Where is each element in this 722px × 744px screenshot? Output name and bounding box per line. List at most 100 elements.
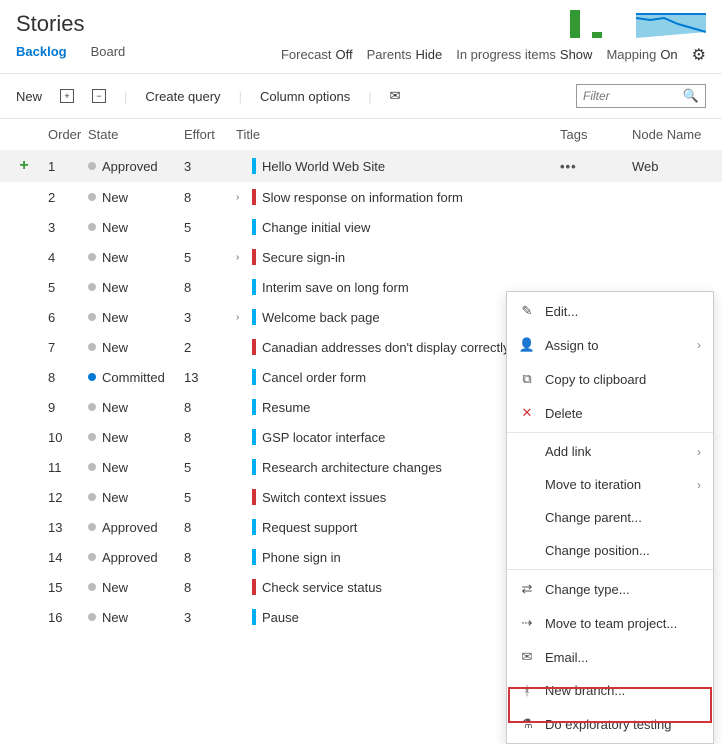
state-dot-icon — [88, 193, 96, 201]
table-header: Order State Effort Title Tags Node Name — [0, 119, 722, 150]
chevron-right-icon[interactable]: › — [236, 312, 246, 323]
state-dot-icon — [88, 162, 96, 170]
menu-delete[interactable]: ✕Delete — [507, 396, 713, 430]
type-bar — [252, 519, 256, 535]
col-order[interactable]: Order — [48, 127, 88, 142]
cell-state: New — [88, 460, 184, 475]
type-bar — [252, 579, 256, 595]
email-icon[interactable]: ✉ — [390, 88, 401, 104]
cell-state: New — [88, 610, 184, 625]
state-dot-icon — [88, 283, 96, 291]
cell-effort: 3 — [184, 310, 236, 325]
create-query-button[interactable]: Create query — [145, 89, 220, 104]
cell-order: 15 — [48, 580, 88, 595]
table-row[interactable]: 3New5Change initial view — [0, 212, 722, 242]
menu-new-branch[interactable]: ᚼNew branch... — [507, 674, 713, 707]
cell-effort: 5 — [184, 490, 236, 505]
type-bar — [252, 309, 256, 325]
menu-copy[interactable]: ⧉Copy to clipboard — [507, 362, 713, 396]
cell-state: Approved — [88, 159, 184, 174]
mapping-toggle[interactable]: MappingOn — [606, 47, 677, 62]
cell-tags: ••• — [560, 159, 632, 174]
cell-node: Web — [632, 159, 722, 174]
type-bar — [252, 459, 256, 475]
cell-effort: 8 — [184, 430, 236, 445]
cell-effort: 5 — [184, 460, 236, 475]
cell-order: 13 — [48, 520, 88, 535]
state-dot-icon — [88, 253, 96, 261]
cell-title[interactable]: ›Secure sign-in — [236, 249, 560, 265]
menu-email[interactable]: ✉Email... — [507, 640, 713, 674]
table-row[interactable]: 2New8›Slow response on information form — [0, 182, 722, 212]
col-state[interactable]: State — [88, 127, 184, 142]
type-bar — [252, 489, 256, 505]
tab-backlog[interactable]: Backlog — [16, 44, 67, 65]
state-dot-icon — [88, 523, 96, 531]
cell-effort: 8 — [184, 400, 236, 415]
branch-icon: ᚼ — [519, 683, 535, 698]
menu-change-position[interactable]: Change position... — [507, 534, 713, 567]
cell-title[interactable]: Change initial view — [236, 219, 560, 235]
cell-state: New — [88, 580, 184, 595]
chevron-right-icon[interactable]: › — [236, 192, 246, 203]
menu-assign-to[interactable]: 👤Assign to› — [507, 328, 713, 362]
cell-effort: 8 — [184, 520, 236, 535]
cell-effort: 2 — [184, 340, 236, 355]
menu-move-iteration[interactable]: Move to iteration› — [507, 468, 713, 501]
context-menu: ✎Edit... 👤Assign to› ⧉Copy to clipboard … — [506, 291, 714, 744]
cell-state: Committed — [88, 370, 184, 385]
state-dot-icon — [88, 343, 96, 351]
cell-effort: 8 — [184, 580, 236, 595]
tab-board[interactable]: Board — [91, 44, 126, 65]
cell-order: 3 — [48, 220, 88, 235]
type-bar — [252, 609, 256, 625]
cell-order: 16 — [48, 610, 88, 625]
inprogress-toggle[interactable]: In progress itemsShow — [456, 47, 592, 62]
menu-change-type[interactable]: ⇄Change type... — [507, 572, 713, 606]
table-row[interactable]: 4New5›Secure sign-in — [0, 242, 722, 272]
col-title[interactable]: Title — [236, 127, 560, 142]
velocity-chart[interactable] — [540, 10, 630, 38]
type-bar — [252, 339, 256, 355]
cell-state: New — [88, 430, 184, 445]
search-icon[interactable]: 🔍 — [683, 88, 699, 104]
menu-exploratory[interactable]: ⚗Do exploratory testing — [507, 707, 713, 741]
cell-state: New — [88, 280, 184, 295]
forecast-toggle[interactable]: ForecastOff — [281, 47, 353, 62]
expand-icon[interactable]: + — [60, 89, 74, 103]
parents-toggle[interactable]: ParentsHide — [367, 47, 443, 62]
menu-move-team[interactable]: ⇢Move to team project... — [507, 606, 713, 640]
col-tags[interactable]: Tags — [560, 127, 632, 142]
menu-add-link[interactable]: Add link› — [507, 435, 713, 468]
cell-title[interactable]: Hello World Web Site — [236, 158, 560, 174]
change-type-icon: ⇄ — [519, 581, 535, 597]
collapse-icon[interactable]: − — [92, 89, 106, 103]
move-project-icon: ⇢ — [519, 615, 535, 631]
burndown-chart[interactable] — [636, 10, 706, 38]
new-button[interactable]: New — [16, 89, 42, 104]
table-row[interactable]: +1Approved3Hello World Web Site•••Web — [0, 150, 722, 182]
cell-effort: 8 — [184, 280, 236, 295]
chevron-right-icon[interactable]: › — [236, 252, 246, 263]
gear-icon[interactable]: ⚙ — [692, 45, 706, 65]
delete-icon: ✕ — [519, 405, 535, 421]
column-options-button[interactable]: Column options — [260, 89, 350, 104]
add-icon[interactable]: + — [19, 157, 28, 174]
col-node[interactable]: Node Name — [632, 127, 722, 142]
cell-state: Approved — [88, 550, 184, 565]
cell-state: New — [88, 340, 184, 355]
page-title: Stories — [16, 11, 84, 37]
filter-box[interactable]: 🔍 — [576, 84, 706, 108]
state-dot-icon — [88, 433, 96, 441]
type-bar — [252, 249, 256, 265]
menu-edit[interactable]: ✎Edit... — [507, 294, 713, 328]
cell-title[interactable]: ›Slow response on information form — [236, 189, 560, 205]
state-dot-icon — [88, 403, 96, 411]
more-icon[interactable]: ••• — [560, 159, 577, 174]
filter-input[interactable] — [583, 89, 683, 103]
col-effort[interactable]: Effort — [184, 127, 236, 142]
state-dot-icon — [88, 553, 96, 561]
type-bar — [252, 219, 256, 235]
state-dot-icon — [88, 493, 96, 501]
menu-change-parent[interactable]: Change parent... — [507, 501, 713, 534]
